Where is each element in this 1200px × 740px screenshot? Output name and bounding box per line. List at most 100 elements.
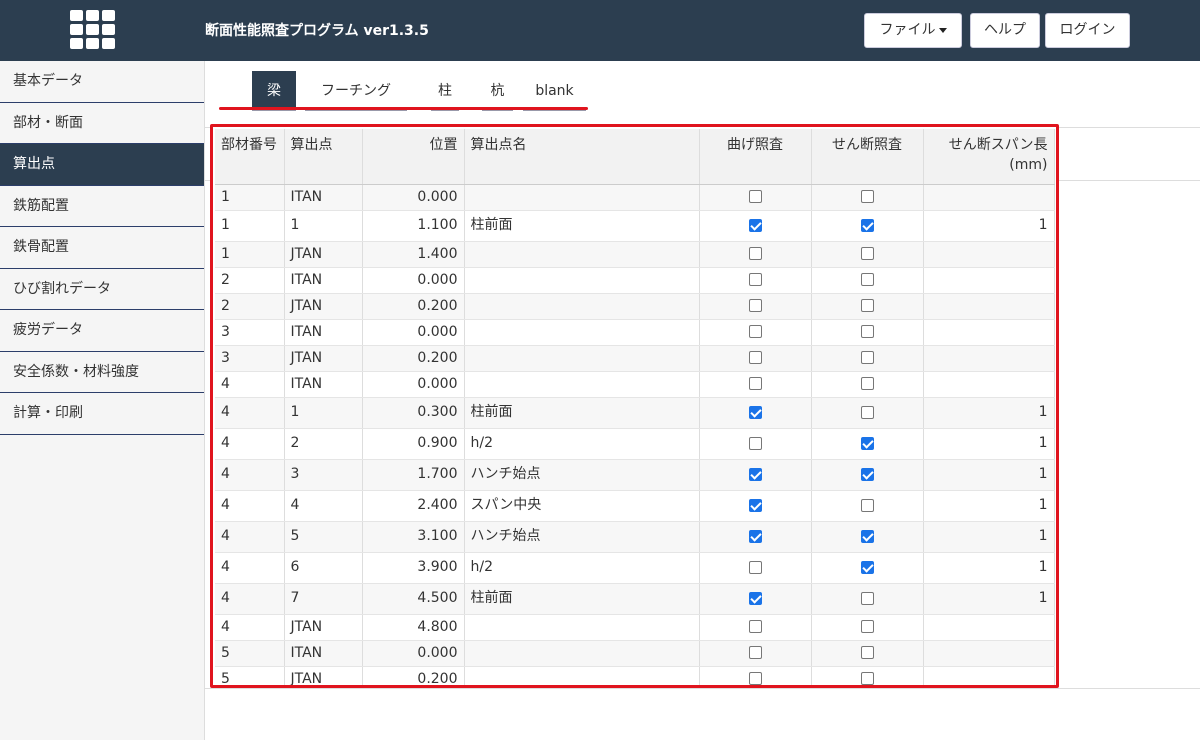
cell-position[interactable]: 0.200: [362, 345, 465, 372]
cell-shear-span[interactable]: 1: [923, 428, 1055, 460]
cell-point[interactable]: 3: [284, 459, 363, 491]
cell-point[interactable]: 2: [284, 428, 363, 460]
cell-position[interactable]: 3.900: [362, 552, 465, 584]
cell-point[interactable]: ITAN: [284, 184, 363, 211]
cell-point[interactable]: JTAN: [284, 614, 363, 641]
cell-member[interactable]: 4: [215, 614, 285, 641]
bend-check-checkbox[interactable]: [748, 218, 762, 232]
cell-position[interactable]: 1.100: [362, 210, 465, 242]
sidebar-item-crack[interactable]: ひび割れデータ: [0, 269, 204, 310]
cell-member[interactable]: 2: [215, 267, 285, 294]
shear-check-checkbox[interactable]: [860, 467, 874, 481]
cell-point[interactable]: JTAN: [284, 293, 363, 320]
shear-check-checkbox[interactable]: [860, 436, 874, 450]
cell-shear-span[interactable]: 1: [923, 210, 1055, 242]
sidebar-item-rebar[interactable]: 鉄筋配置: [0, 186, 204, 227]
cell-member[interactable]: 5: [215, 640, 285, 667]
sidebar-item-safety[interactable]: 安全係数・材料強度: [0, 352, 204, 393]
cell-position[interactable]: 1.700: [362, 459, 465, 491]
cell-shear-span[interactable]: 1: [923, 552, 1055, 584]
cell-point[interactable]: 5: [284, 521, 363, 553]
cell-point[interactable]: JTAN: [284, 345, 363, 372]
cell-point-name[interactable]: [464, 241, 700, 268]
cell-shear-span[interactable]: [923, 614, 1055, 641]
shear-check-checkbox[interactable]: [860, 591, 874, 605]
cell-point-name[interactable]: 柱前面: [464, 210, 700, 242]
shear-check-checkbox[interactable]: [860, 498, 874, 512]
tab-column[interactable]: 柱: [431, 71, 459, 111]
cell-member[interactable]: 4: [215, 583, 285, 615]
shear-check-checkbox[interactable]: [860, 218, 874, 232]
cell-point-name[interactable]: h/2: [464, 552, 700, 584]
cell-point-name[interactable]: [464, 267, 700, 294]
cell-point-name[interactable]: [464, 293, 700, 320]
cell-member[interactable]: 4: [215, 371, 285, 398]
bend-check-checkbox[interactable]: [748, 436, 762, 450]
sidebar-item-basic-data[interactable]: 基本データ: [0, 61, 204, 103]
cell-point-name[interactable]: [464, 184, 700, 211]
cell-position[interactable]: 3.100: [362, 521, 465, 553]
cell-point[interactable]: JTAN: [284, 241, 363, 268]
cell-position[interactable]: 2.400: [362, 490, 465, 522]
bend-check-checkbox[interactable]: [748, 591, 762, 605]
login-button[interactable]: ログイン: [1045, 13, 1130, 48]
cell-shear-span[interactable]: 1: [923, 583, 1055, 615]
cell-point-name[interactable]: h/2: [464, 428, 700, 460]
cell-shear-span[interactable]: 1: [923, 490, 1055, 522]
cell-shear-span[interactable]: 1: [923, 459, 1055, 491]
shear-check-checkbox[interactable]: [860, 405, 874, 419]
cell-point[interactable]: 6: [284, 552, 363, 584]
app-grid-icon[interactable]: [70, 10, 115, 49]
cell-member[interactable]: 4: [215, 490, 285, 522]
cell-shear-span[interactable]: [923, 241, 1055, 268]
bend-check-checkbox[interactable]: [748, 273, 762, 286]
cell-position[interactable]: 0.200: [362, 293, 465, 320]
cell-point[interactable]: ITAN: [284, 319, 363, 346]
cell-point-name[interactable]: [464, 666, 700, 685]
cell-point[interactable]: ITAN: [284, 640, 363, 667]
shear-check-checkbox[interactable]: [860, 273, 874, 286]
cell-position[interactable]: 0.000: [362, 267, 465, 294]
bend-check-checkbox[interactable]: [748, 498, 762, 512]
shear-check-checkbox[interactable]: [860, 560, 874, 574]
cell-member[interactable]: 1: [215, 210, 285, 242]
bend-check-checkbox[interactable]: [748, 646, 762, 659]
bend-check-checkbox[interactable]: [748, 325, 762, 338]
cell-shear-span[interactable]: 1: [923, 397, 1055, 429]
cell-shear-span[interactable]: [923, 267, 1055, 294]
cell-point-name[interactable]: [464, 345, 700, 372]
tab-blank[interactable]: blank: [523, 71, 586, 111]
calc-points-table-panel[interactable]: 部材番号 算出点 位置 算出点名 曲げ照査 せん断照査 せん断スパン長(mm) …: [210, 124, 1059, 688]
cell-position[interactable]: 0.000: [362, 184, 465, 211]
sidebar-item-calc-print[interactable]: 計算・印刷: [0, 393, 204, 435]
cell-member[interactable]: 3: [215, 319, 285, 346]
cell-point-name[interactable]: [464, 371, 700, 398]
cell-shear-span[interactable]: [923, 371, 1055, 398]
cell-shear-span[interactable]: [923, 319, 1055, 346]
cell-point[interactable]: ITAN: [284, 371, 363, 398]
cell-member[interactable]: 5: [215, 666, 285, 685]
cell-position[interactable]: 0.200: [362, 666, 465, 685]
cell-shear-span[interactable]: [923, 293, 1055, 320]
cell-point[interactable]: 1: [284, 210, 363, 242]
cell-position[interactable]: 0.000: [362, 640, 465, 667]
cell-member[interactable]: 4: [215, 552, 285, 584]
tab-beam[interactable]: 梁: [252, 71, 296, 111]
shear-check-checkbox[interactable]: [860, 299, 874, 312]
cell-point[interactable]: 1: [284, 397, 363, 429]
cell-point-name[interactable]: ハンチ始点: [464, 521, 700, 553]
shear-check-checkbox[interactable]: [860, 529, 874, 543]
cell-point-name[interactable]: [464, 614, 700, 641]
cell-point-name[interactable]: 柱前面: [464, 583, 700, 615]
cell-point[interactable]: 7: [284, 583, 363, 615]
bend-check-checkbox[interactable]: [748, 405, 762, 419]
tab-pile[interactable]: 杭: [482, 71, 513, 111]
cell-shear-span[interactable]: 1: [923, 521, 1055, 553]
cell-point-name[interactable]: 柱前面: [464, 397, 700, 429]
shear-check-checkbox[interactable]: [860, 377, 874, 390]
shear-check-checkbox[interactable]: [860, 325, 874, 338]
shear-check-checkbox[interactable]: [860, 247, 874, 260]
cell-member[interactable]: 4: [215, 521, 285, 553]
sidebar-item-steel[interactable]: 鉄骨配置: [0, 227, 204, 269]
cell-position[interactable]: 0.000: [362, 319, 465, 346]
